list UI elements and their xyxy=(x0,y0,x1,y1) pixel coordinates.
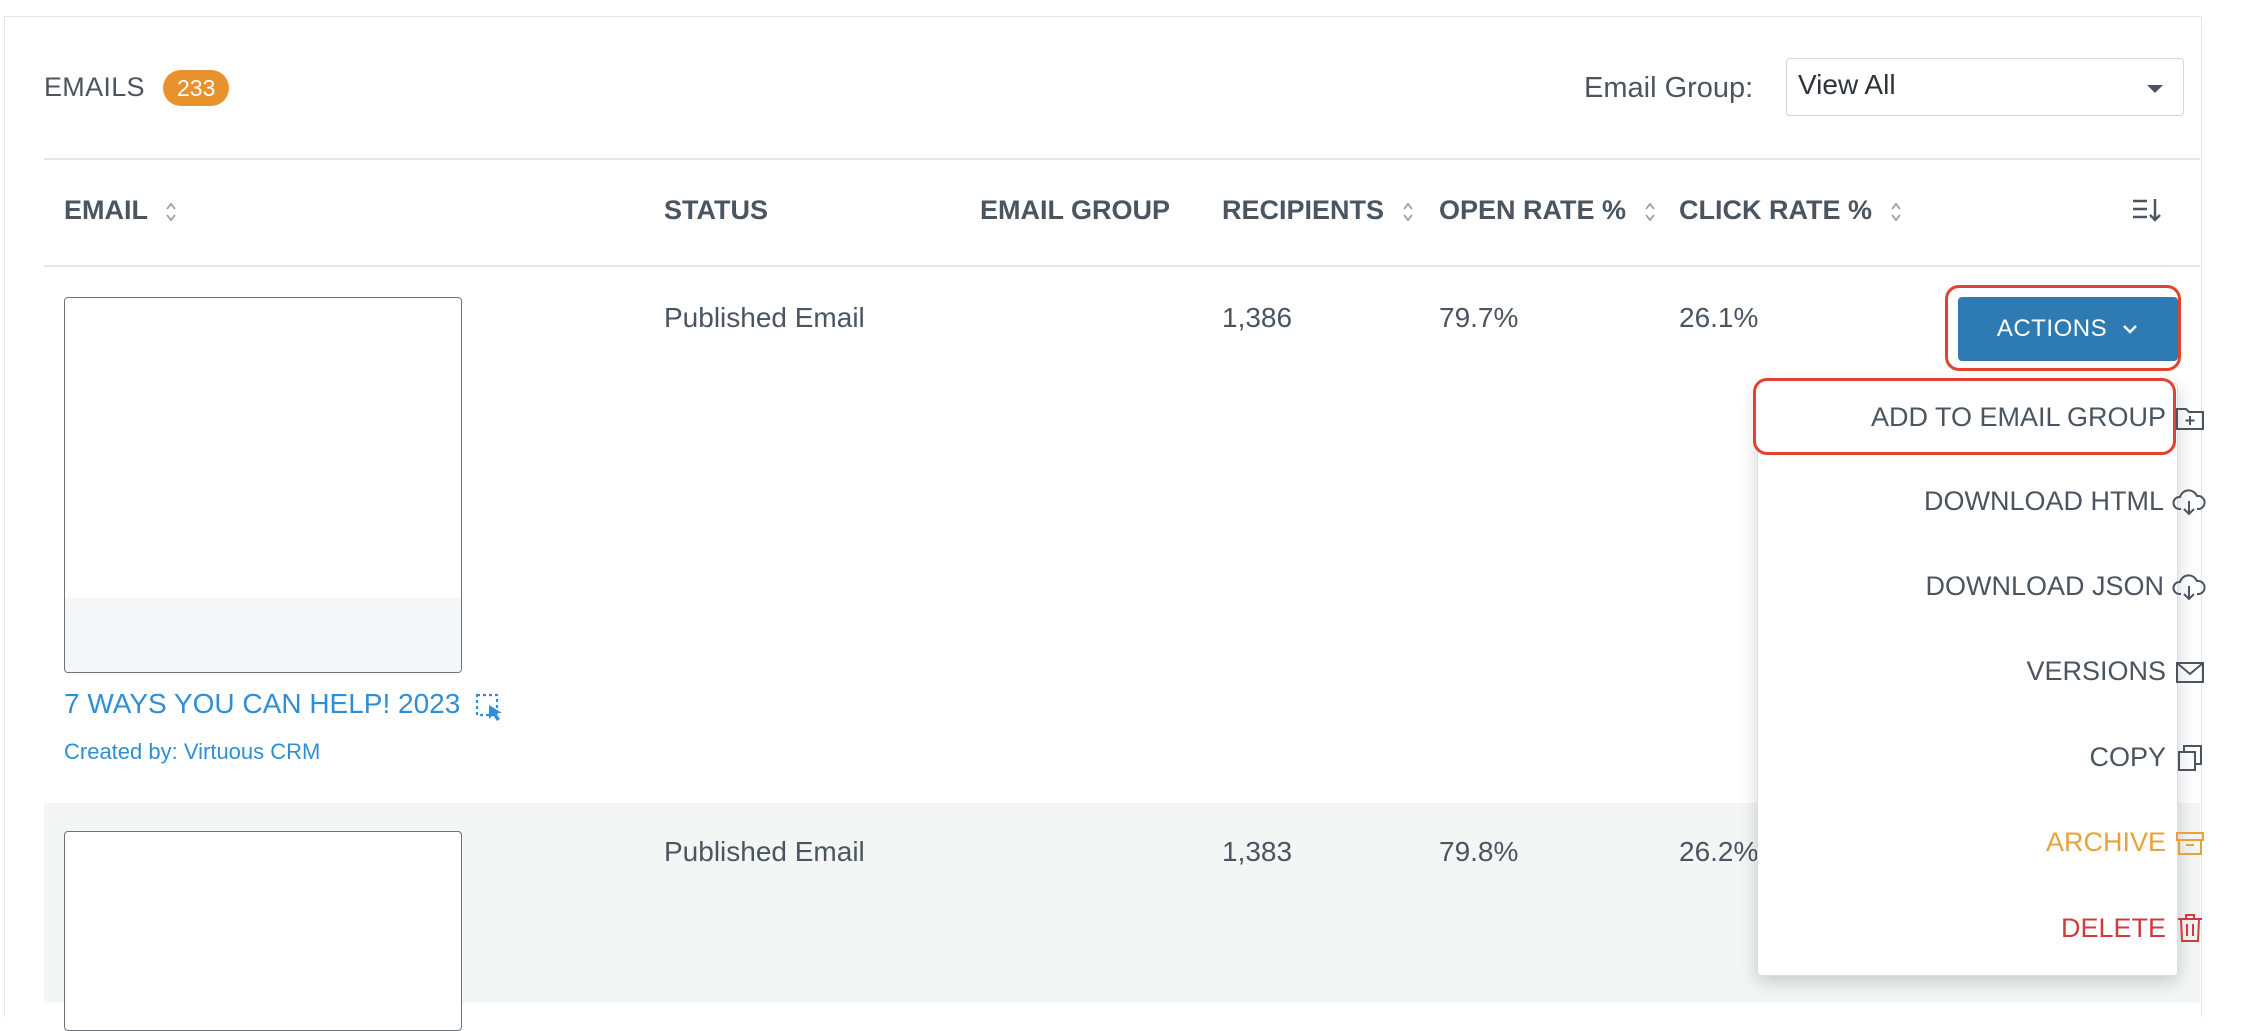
archive-box-icon xyxy=(2176,831,2204,855)
menu-item-archive[interactable]: ARCHIVE xyxy=(2046,827,2206,858)
email-group-select[interactable]: View All xyxy=(1786,58,2184,116)
menu-item-download-html[interactable]: DOWNLOAD HTML xyxy=(1924,486,2206,517)
click-rate-cell: 26.1% xyxy=(1679,302,1759,333)
chevron-down-icon xyxy=(2123,325,2137,334)
sort-icon xyxy=(1890,202,1901,222)
column-header-click-rate-label: CLICK RATE % xyxy=(1679,195,1872,225)
email-count-badge: 233 xyxy=(163,70,230,106)
email-group-label: Email Group: xyxy=(1584,72,1754,104)
menu-item-download-json[interactable]: DOWNLOAD JSON xyxy=(1925,571,2206,602)
menu-item-delete[interactable]: DELETE xyxy=(2061,912,2206,944)
column-header-open-rate-label: OPEN RATE % xyxy=(1439,195,1627,225)
table-header-divider xyxy=(44,265,2200,267)
email-name-text: 7 WAYS YOU CAN HELP! 2023 xyxy=(64,688,461,719)
click-rate-cell: 26.2% xyxy=(1679,836,1759,867)
cloud-download-icon xyxy=(2172,488,2206,515)
column-header-email-group: EMAIL GROUP xyxy=(980,195,1171,225)
email-thumbnail[interactable] xyxy=(64,297,462,673)
caret-down-icon xyxy=(2147,85,2163,93)
column-header-status: STATUS xyxy=(664,195,768,225)
email-thumbnail[interactable] xyxy=(64,831,462,1031)
status-cell: Published Email xyxy=(664,302,865,333)
email-group-select-value: View All xyxy=(1798,69,1896,100)
sort-icon xyxy=(166,202,176,222)
created-by-text: Created by: Virtuous CRM xyxy=(64,739,321,764)
sort-icon xyxy=(1644,202,1655,222)
envelope-icon xyxy=(2176,661,2204,683)
email-name-link[interactable]: 7 WAYS YOU CAN HELP! 2023 xyxy=(64,688,508,721)
menu-item-versions[interactable]: VERSIONS xyxy=(2026,656,2206,687)
recipients-cell: 1,383 xyxy=(1222,836,1293,867)
folder-plus-icon xyxy=(2176,407,2204,430)
menu-item-label: COPY xyxy=(2089,742,2166,772)
column-header-email[interactable]: EMAIL xyxy=(64,195,177,226)
page-title: EMAILS xyxy=(44,72,145,102)
open-rate-cell: 79.7% xyxy=(1439,302,1519,333)
menu-item-label: DOWNLOAD HTML xyxy=(1923,486,2164,516)
menu-item-label: ADD TO EMAIL GROUP xyxy=(1870,402,2166,432)
menu-item-label: DOWNLOAD JSON xyxy=(1925,571,2164,601)
menu-item-label: VERSIONS xyxy=(2026,656,2166,686)
menu-item-add-to-email-group[interactable]: ADD TO EMAIL GROUP xyxy=(1871,402,2206,433)
column-header-open-rate[interactable]: OPEN RATE % xyxy=(1439,195,1656,226)
column-header-recipients-label: RECIPIENTS xyxy=(1222,195,1385,225)
actions-button-label: ACTIONS xyxy=(1996,315,2108,342)
menu-item-label: ARCHIVE xyxy=(2045,827,2166,857)
cloud-download-icon xyxy=(2172,573,2206,600)
column-settings-icon[interactable] xyxy=(2130,196,2162,224)
open-rate-cell: 79.8% xyxy=(1439,836,1519,867)
status-cell: Published Email xyxy=(664,836,865,867)
column-header-click-rate[interactable]: CLICK RATE % xyxy=(1679,195,1902,226)
column-header-email-label: EMAIL xyxy=(64,195,148,225)
menu-item-copy[interactable]: COPY xyxy=(2089,742,2206,773)
actions-button[interactable]: ACTIONS xyxy=(1958,297,2178,361)
header-divider xyxy=(44,158,2200,160)
sort-icon xyxy=(1402,202,1413,222)
menu-item-label: DELETE xyxy=(2060,912,2166,943)
copy-icon xyxy=(2178,744,2202,771)
column-header-recipients[interactable]: RECIPIENTS xyxy=(1222,195,1414,226)
trash-icon xyxy=(2178,914,2202,942)
recipients-cell: 1,386 xyxy=(1222,302,1293,333)
select-pointer-icon xyxy=(475,693,503,721)
